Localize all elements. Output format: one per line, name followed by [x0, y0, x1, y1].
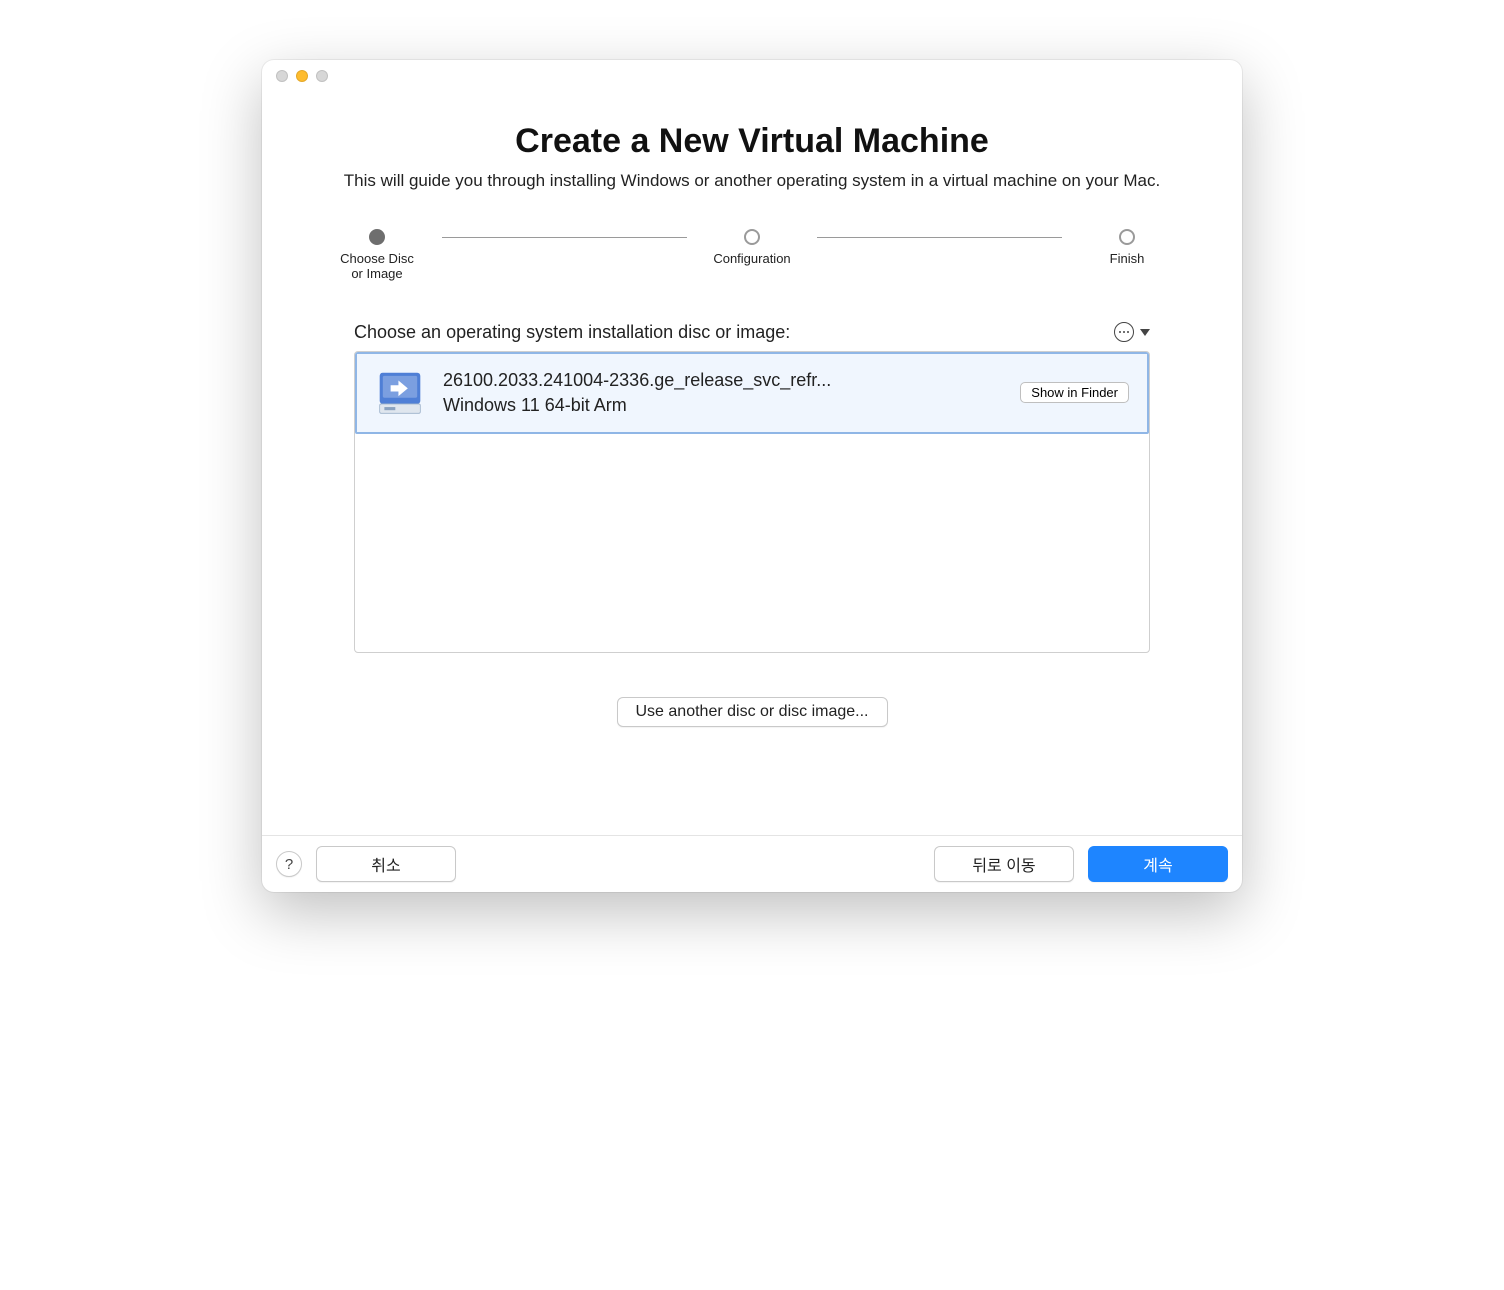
disc-item-text: 26100.2033.241004-2336.ge_release_svc_re…	[443, 370, 1002, 416]
step-indicator-icon	[369, 229, 385, 245]
window-close-button[interactable]	[276, 70, 288, 82]
step-label: Finish	[1110, 251, 1145, 267]
continue-button[interactable]: 계속	[1088, 846, 1228, 882]
content-area: Create a New Virtual Machine This will g…	[262, 92, 1242, 835]
window-zoom-button[interactable]	[316, 70, 328, 82]
step-connector	[442, 237, 687, 238]
step-choose-disc: Choose Disc or Image	[312, 229, 442, 282]
disc-item-title: 26100.2033.241004-2336.ge_release_svc_re…	[443, 370, 1002, 391]
disc-list[interactable]: 26100.2033.241004-2336.ge_release_svc_re…	[354, 351, 1150, 653]
step-finish: Finish	[1062, 229, 1192, 267]
show-in-finder-button[interactable]: Show in Finder	[1020, 382, 1129, 403]
page-title: Create a New Virtual Machine	[312, 122, 1192, 161]
step-indicator-icon	[1119, 229, 1135, 245]
disc-list-item[interactable]: 26100.2033.241004-2336.ge_release_svc_re…	[355, 352, 1149, 434]
step-connector	[817, 237, 1062, 238]
more-options-icon[interactable]	[1114, 322, 1134, 342]
chevron-down-icon[interactable]	[1140, 329, 1150, 336]
section-actions	[1114, 322, 1150, 342]
page-subtitle: This will guide you through installing W…	[344, 169, 1160, 193]
step-label: Configuration	[713, 251, 790, 267]
use-another-disc-button[interactable]: Use another disc or disc image...	[617, 697, 888, 727]
titlebar	[262, 60, 1242, 92]
disk-image-icon	[375, 368, 425, 418]
window-minimize-button[interactable]	[296, 70, 308, 82]
step-indicator-icon	[744, 229, 760, 245]
section-header: Choose an operating system installation …	[312, 322, 1192, 343]
help-button[interactable]: ?	[276, 851, 302, 877]
stepper: Choose Disc or Image Configuration Finis…	[312, 229, 1192, 282]
disc-item-subtitle: Windows 11 64-bit Arm	[443, 395, 1002, 416]
step-configuration: Configuration	[687, 229, 817, 267]
back-button[interactable]: 뒤로 이동	[934, 846, 1074, 882]
vm-wizard-window: Create a New Virtual Machine This will g…	[262, 60, 1242, 892]
step-label: Choose Disc or Image	[340, 251, 414, 282]
section-prompt: Choose an operating system installation …	[354, 322, 790, 343]
cancel-button[interactable]: 취소	[316, 846, 456, 882]
footer: ? 취소 뒤로 이동 계속	[262, 835, 1242, 892]
use-another-row: Use another disc or disc image...	[312, 697, 1192, 727]
